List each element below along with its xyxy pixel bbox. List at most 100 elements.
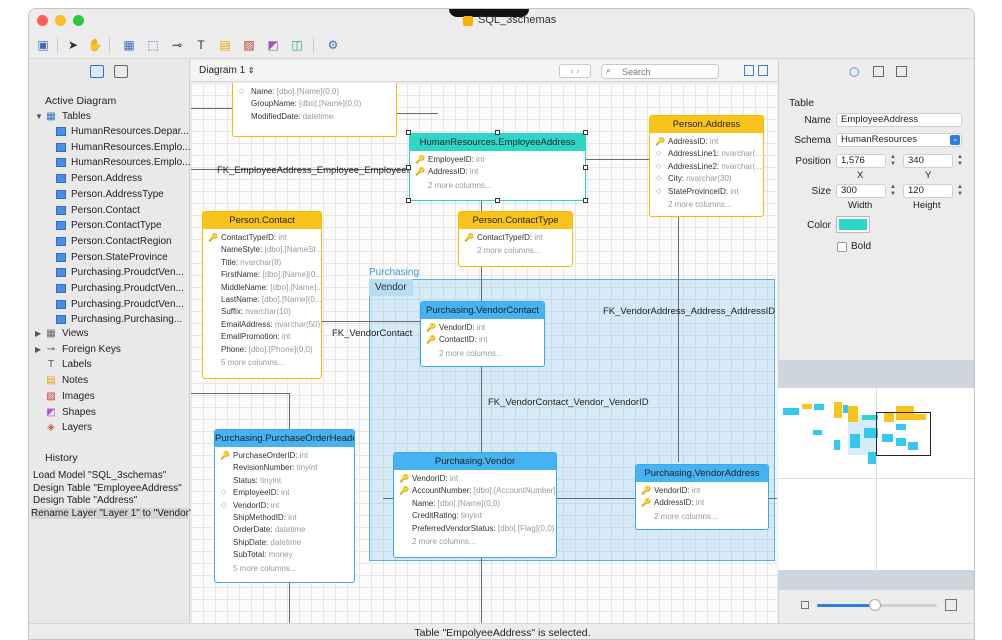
table-column-row[interactable]: ◇ VendorID: int	[215, 500, 354, 512]
table-column-row[interactable]: 🔑 ContactTypeID: int	[459, 232, 572, 244]
table-column-row[interactable]: 🔑 PurchaseOrderID: int	[215, 450, 354, 462]
sidebar-table-item[interactable]: Purchasing.ProudctVen...	[29, 297, 190, 312]
table-vendor-contact[interactable]: Purchasing.VendorContact 🔑 VendorID: int 🔑 C…	[420, 301, 545, 367]
new-view-icon[interactable]: ⬚	[145, 37, 161, 53]
chevron-right-icon[interactable]: ▶	[35, 326, 41, 341]
history-item[interactable]: Rename Layer "Layer 1" to "Vendor"	[31, 507, 193, 519]
table-column-row[interactable]: 🔑 EmployeeID: int	[410, 154, 585, 166]
close-window-button[interactable]	[37, 15, 48, 26]
sidebar-table-item[interactable]: Person.StateProvince	[29, 250, 190, 265]
sidebar-group-foreign-keys[interactable]: ▶ ⊸ Foreign Keys	[29, 342, 190, 357]
table-column-row[interactable]: 🔑 VendorID: int	[394, 473, 556, 485]
more-columns-link[interactable]: 5 more columns...	[215, 562, 354, 575]
resize-handle[interactable]	[495, 198, 500, 203]
table-column-row[interactable]: PreferredVendorStatus: [dbo].[Flag](0,0)	[394, 523, 556, 535]
table-column-row[interactable]: Phone: [dbo].[Phone](0,0)	[203, 344, 321, 356]
left-panel-toggle-icon[interactable]	[744, 65, 754, 76]
x-stepper-icon[interactable]: ▲ ▼	[889, 154, 897, 168]
note-tool-icon[interactable]: ▤	[217, 37, 233, 53]
table-column-row[interactable]: ◇ StateProvinceID: int	[650, 186, 763, 198]
relationship-line[interactable]	[557, 498, 635, 499]
fk-label-vendor-address[interactable]: FK_VendorAddress_Address_AddressID	[603, 306, 775, 317]
table-column-row[interactable]: EmailPromotion: int	[203, 331, 321, 343]
zoom-out-icon[interactable]	[801, 601, 809, 609]
color-well[interactable]	[836, 216, 870, 233]
sidebar-table-item[interactable]: Person.ContactType	[29, 218, 190, 233]
resize-handle[interactable]	[495, 130, 500, 135]
table-title[interactable]: Person.ContactType	[459, 212, 572, 229]
sidebar-table-item[interactable]: Person.ContactRegion	[29, 234, 190, 249]
auto-layout-icon[interactable]: ⚙	[325, 37, 341, 53]
table-column-row[interactable]: 🔑 ContactID: int	[421, 334, 544, 346]
table-title[interactable]: Purchasing.PurchaseOrderHeader	[215, 430, 354, 447]
shape-tool-icon[interactable]: ◩	[265, 37, 281, 53]
name-field[interactable]: EmployeeAddress	[836, 113, 962, 127]
relationship-line[interactable]	[322, 321, 420, 322]
sidebar-group-images[interactable]: ▨ Images	[29, 389, 190, 404]
back-forward-buttons[interactable]: ‹ ›	[559, 64, 591, 78]
table-column-row[interactable]: MiddleName: [dbo].[Name]...	[203, 282, 321, 294]
table-title[interactable]: Person.Address	[650, 116, 763, 133]
table-column-row[interactable]: Suffix: nvarchar(10)	[203, 306, 321, 318]
minimize-window-button[interactable]	[55, 15, 66, 26]
schema-select[interactable]: HumanResources ⌄	[836, 133, 962, 147]
label-tool-icon[interactable]: T	[193, 37, 209, 53]
zoom-slider[interactable]	[817, 599, 937, 611]
relationship-line[interactable]	[191, 393, 289, 394]
tables-group[interactable]: ▼ ▦ Tables	[29, 109, 190, 124]
table-title[interactable]: Purchasing.VendorContact	[421, 302, 544, 319]
pointer-tool-icon[interactable]: ➤	[65, 37, 81, 53]
more-columns-link[interactable]: 2 more columns...	[421, 347, 544, 360]
table-column-row[interactable]: 🔑 AddressID: int	[650, 136, 763, 148]
table-column-row[interactable]: Title: nvarchar(8)	[203, 257, 321, 269]
minimap-viewport[interactable]	[876, 412, 931, 456]
bold-checkbox[interactable]	[837, 242, 847, 252]
more-columns-link[interactable]: 2 more columns...	[410, 179, 585, 192]
fk-label-vendor-contact[interactable]: FK_VendorContact	[332, 328, 412, 339]
fk-label-vendor-contact-vendor[interactable]: FK_VendorContact_Vendor_VendorID	[488, 397, 649, 408]
table-person-address[interactable]: Person.Address 🔑 AddressID: int ◇ AddressLin…	[649, 115, 764, 217]
diagram-selector[interactable]: Diagram 1 ⇕	[199, 65, 255, 76]
image-tab-icon[interactable]	[896, 66, 907, 77]
fk-label-employee[interactable]: FK_EmployeeAddress_Employee_EmployeeID	[217, 165, 416, 176]
table-person-contacttype[interactable]: Person.ContactType 🔑 ContactTypeID: int 2 m…	[458, 211, 573, 267]
table-column-row[interactable]: NameStyle: [dbo].[NameSt...	[203, 244, 321, 256]
table-column-row[interactable]: ShipMethodID: int	[215, 512, 354, 524]
table-column-row[interactable]: 🔑 AddressID: int	[636, 497, 768, 509]
table-vendor-address[interactable]: Purchasing.VendorAddress 🔑 VendorID: int 🔑 A…	[635, 464, 769, 530]
table-title[interactable]: Purchasing.Vendor	[394, 453, 556, 470]
table-column-row[interactable]: ShipDate: datetime	[215, 537, 354, 549]
table-title[interactable]: Person.Contact	[203, 212, 321, 229]
model-tab-icon[interactable]	[114, 65, 128, 78]
sidebar-table-item[interactable]: Person.AddressType	[29, 187, 190, 202]
relationship-line[interactable]	[191, 108, 233, 109]
sidebar-group-layers[interactable]: ◈ Layers	[29, 420, 190, 435]
width-field[interactable]: 300	[836, 184, 886, 198]
position-x-field[interactable]: 1,576	[836, 154, 886, 168]
height-stepper-icon[interactable]: ▲ ▼	[956, 184, 964, 198]
sidebar-group-shapes[interactable]: ◩ Shapes	[29, 405, 190, 420]
sidebar-table-item[interactable]: Purchasing.ProudctVen...	[29, 265, 190, 280]
table-title[interactable]: HumanResources.EmployeeAddress	[410, 134, 585, 151]
more-columns-link[interactable]: 2 more columns...	[650, 198, 763, 211]
more-columns-link[interactable]: 2 more columns...	[459, 244, 572, 257]
height-field[interactable]: 120	[903, 184, 953, 198]
table-column-row[interactable]: 🔑 ContactTypeID: int	[203, 232, 321, 244]
sidebar-table-item[interactable]: HumanResources.Emplo...	[29, 140, 190, 155]
history-item[interactable]: Design Table "EmployeeAddress"	[33, 483, 182, 494]
relationship-line[interactable]	[586, 159, 649, 160]
sidebar-group-notes[interactable]: ▤ Notes	[29, 373, 190, 388]
zoom-slider-knob[interactable]	[868, 599, 881, 611]
table-column-row[interactable]: ◇ City: nvarchar(30)	[650, 173, 763, 185]
resize-handle[interactable]	[583, 165, 588, 170]
right-panel-toggle-icon[interactable]	[758, 65, 768, 76]
minimap[interactable]	[778, 360, 974, 590]
table-column-row[interactable]: ◇ AddressLine1: nvarchar(...	[650, 148, 763, 160]
relationship-line[interactable]	[481, 367, 482, 454]
layer-tool-icon[interactable]: ◫	[289, 37, 305, 53]
more-columns-link[interactable]: 2 more columns...	[394, 535, 556, 548]
table-column-row[interactable]: ◇ AddressLine2: nvarchar(...	[650, 161, 763, 173]
table-purchase-order-header[interactable]: Purchasing.PurchaseOrderHeader 🔑 PurchaseO…	[214, 429, 355, 583]
more-columns-link[interactable]: 2 more columns...	[636, 510, 768, 523]
foreign-key-tool-icon[interactable]: ⊸	[169, 37, 185, 53]
